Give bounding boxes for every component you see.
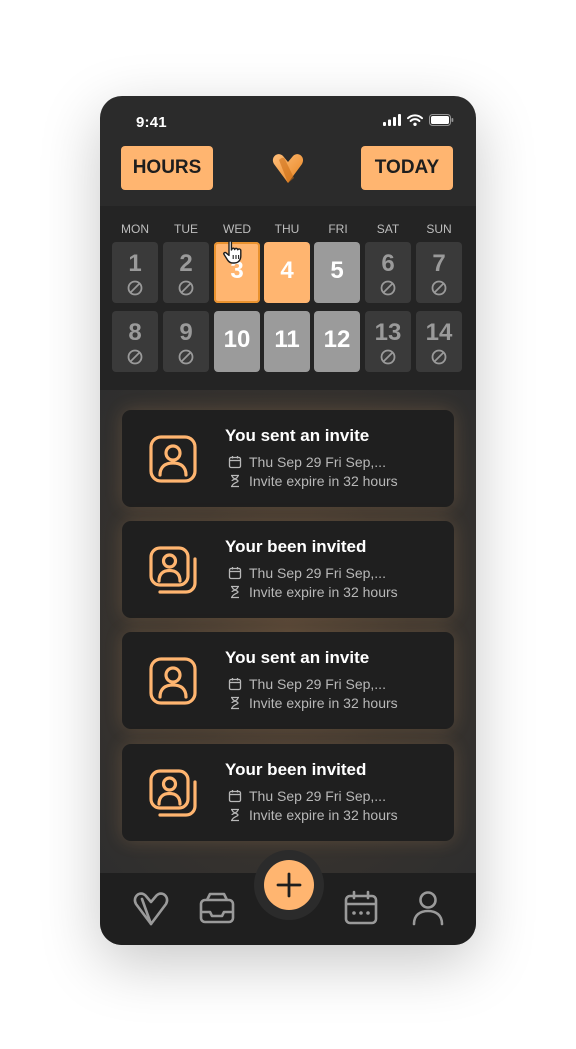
invite-date-row: Thu Sep 29 Fri Sep,... — [228, 565, 386, 581]
status-icons — [383, 114, 454, 126]
day-cell-available[interactable]: 11 — [264, 311, 310, 372]
day-cell-available[interactable]: 10 — [214, 311, 260, 372]
invite-expiry: Invite expire in 32 hours — [249, 473, 398, 489]
calendar-small-icon — [228, 790, 242, 803]
profile-icon[interactable] — [408, 888, 448, 928]
day-cell-unavailable[interactable]: 1 — [112, 242, 158, 303]
day-cell-unavailable[interactable]: 7 — [416, 242, 462, 303]
day-number: 12 — [323, 326, 351, 353]
calendar-small-icon — [228, 678, 242, 691]
single-user-icon — [149, 657, 197, 705]
heart-logo-icon[interactable] — [131, 888, 171, 928]
invite-title: You sent an invite — [225, 648, 370, 667]
day-cell-unavailable[interactable]: 2 — [163, 242, 209, 303]
unavailable-icon — [127, 280, 143, 296]
invite-date: Thu Sep 29 Fri Sep,... — [249, 676, 386, 692]
day-cell-selected[interactable]: 4 — [264, 242, 310, 303]
hand-pointer-icon — [223, 240, 242, 264]
inbox-icon[interactable] — [197, 888, 237, 928]
day-number: 4 — [280, 257, 294, 284]
weekday-thu: THU — [274, 222, 300, 236]
day-number: 2 — [179, 250, 193, 277]
unavailable-icon — [431, 349, 447, 365]
signal-icon — [383, 114, 401, 126]
weekday-sat: SAT — [376, 222, 400, 236]
invite-date: Thu Sep 29 Fri Sep,... — [249, 454, 386, 470]
hours-button[interactable]: HOURS — [121, 146, 213, 190]
status-time: 9:41 — [136, 114, 167, 131]
day-number: 5 — [330, 257, 344, 284]
calendar-small-icon — [228, 567, 242, 580]
weekday-mon: MON — [121, 222, 149, 236]
stacked-users-icon — [149, 546, 197, 594]
invite-title: Your been invited — [225, 760, 367, 779]
day-cell-available[interactable]: 12 — [314, 311, 360, 372]
app-header: HOURS TODAY — [100, 146, 476, 206]
invite-card[interactable]: You sent an invite Thu Sep 29 Fri Sep,..… — [122, 410, 454, 507]
unavailable-icon — [380, 349, 396, 365]
invite-card[interactable]: You sent an invite Thu Sep 29 Fri Sep,..… — [122, 632, 454, 729]
invite-expiry: Invite expire in 32 hours — [249, 584, 398, 600]
invite-date-row: Thu Sep 29 Fri Sep,... — [228, 676, 386, 692]
weekday-fri: FRI — [328, 222, 348, 236]
unavailable-icon — [431, 280, 447, 296]
invite-expiry: Invite expire in 32 hours — [249, 695, 398, 711]
day-number: 13 — [374, 319, 402, 346]
today-button[interactable]: TODAY — [361, 146, 453, 190]
hourglass-icon — [231, 808, 239, 822]
invite-expiry-row: Invite expire in 32 hours — [228, 695, 398, 711]
day-number: 10 — [223, 326, 251, 353]
day-number: 9 — [179, 319, 193, 346]
wifi-icon — [407, 114, 423, 126]
invite-expiry: Invite expire in 32 hours — [249, 807, 398, 823]
hourglass-icon — [231, 585, 239, 599]
invites-list: You sent an invite Thu Sep 29 Fri Sep,..… — [100, 390, 476, 874]
battery-icon — [429, 114, 454, 126]
day-number: 6 — [381, 250, 395, 277]
plus-icon — [276, 872, 302, 898]
invite-date-row: Thu Sep 29 Fri Sep,... — [228, 788, 386, 804]
calendar-small-icon — [228, 456, 242, 469]
invite-date: Thu Sep 29 Fri Sep,... — [249, 565, 386, 581]
add-button[interactable] — [264, 860, 314, 910]
day-cell-available[interactable]: 5 — [314, 242, 360, 303]
day-number: 11 — [274, 326, 300, 353]
day-cell-unavailable[interactable]: 9 — [163, 311, 209, 372]
single-user-icon — [149, 435, 197, 483]
invite-title: You sent an invite — [225, 426, 370, 445]
day-number: 8 — [128, 319, 142, 346]
unavailable-icon — [380, 280, 396, 296]
week-calendar: MON TUE WED THU FRI SAT SUN 1 2 3 4 5 6 … — [100, 206, 476, 390]
weekday-tue: TUE — [174, 222, 198, 236]
stacked-users-icon — [149, 769, 197, 817]
day-cell-unavailable[interactable]: 14 — [416, 311, 462, 372]
day-number: 1 — [128, 250, 142, 277]
invite-card[interactable]: Your been invited Thu Sep 29 Fri Sep,...… — [122, 744, 454, 841]
day-number: 7 — [432, 250, 446, 277]
day-cell-unavailable[interactable]: 13 — [365, 311, 411, 372]
unavailable-icon — [178, 280, 194, 296]
unavailable-icon — [178, 349, 194, 365]
day-cell-unavailable[interactable]: 8 — [112, 311, 158, 372]
invite-expiry-row: Invite expire in 32 hours — [228, 807, 398, 823]
hourglass-icon — [231, 696, 239, 710]
invite-title: Your been invited — [225, 537, 367, 556]
calendar-icon[interactable] — [341, 888, 381, 928]
weekday-sun: SUN — [426, 222, 452, 236]
hourglass-icon — [231, 474, 239, 488]
weekday-wed: WED — [223, 222, 251, 236]
invite-date: Thu Sep 29 Fri Sep,... — [249, 788, 386, 804]
unavailable-icon — [127, 349, 143, 365]
invite-expiry-row: Invite expire in 32 hours — [228, 584, 398, 600]
day-number: 14 — [425, 319, 453, 346]
day-cell-unavailable[interactable]: 6 — [365, 242, 411, 303]
invite-card[interactable]: Your been invited Thu Sep 29 Fri Sep,...… — [122, 521, 454, 618]
heart-logo-icon — [272, 154, 304, 183]
invite-date-row: Thu Sep 29 Fri Sep,... — [228, 454, 386, 470]
status-bar: 9:41 — [100, 96, 476, 146]
invite-expiry-row: Invite expire in 32 hours — [228, 473, 398, 489]
phone-screen: 9:41 HOURS TODAY MON TUE WED THU FRI SAT… — [100, 96, 476, 945]
